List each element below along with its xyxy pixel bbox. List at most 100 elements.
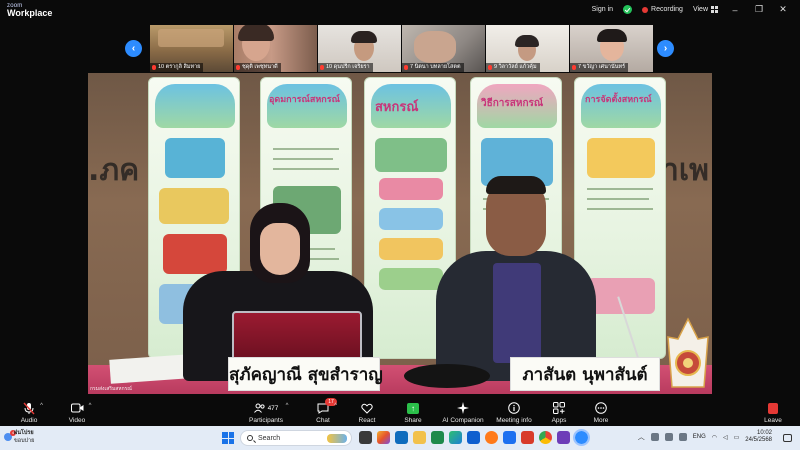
mic-muted-icon bbox=[236, 65, 240, 70]
recording-indicator[interactable]: Recording bbox=[642, 6, 683, 13]
participant-thumbnail-strip: ‹ 10 ตรากูลิ สิมทาย ชุดุติ เพชุทนาดี 10 … bbox=[125, 25, 675, 72]
more-dots-icon bbox=[595, 401, 607, 415]
meeting-info-button[interactable]: Meeting info bbox=[492, 398, 536, 424]
participant-name: 7 นิตนา บทลายโสตต bbox=[402, 63, 464, 72]
leave-button[interactable]: Leave bbox=[762, 398, 784, 424]
participant-name: 10 ดุนปรีก เจริยรา bbox=[318, 63, 373, 72]
edge-icon[interactable] bbox=[449, 431, 462, 444]
ai-sparkle-icon bbox=[457, 401, 469, 415]
laptop bbox=[232, 311, 362, 361]
signin-link[interactable]: Sign in bbox=[592, 6, 613, 13]
mic-muted-icon bbox=[320, 65, 324, 70]
participant-name: 10 ตรากูลิ สิมทาย bbox=[150, 63, 204, 72]
more-button[interactable]: More bbox=[590, 398, 612, 424]
encryption-shield-icon[interactable] bbox=[623, 5, 633, 14]
weather-line1: ฝนโปรย bbox=[14, 430, 34, 436]
app-icon[interactable] bbox=[557, 431, 570, 444]
participants-button[interactable]: 477 ^ Participants bbox=[246, 398, 289, 424]
logo-line2: Workplace bbox=[7, 8, 53, 18]
windows-start-icon[interactable] bbox=[222, 432, 234, 444]
active-speaker-video[interactable]: .ภค าเพ อุดมการณ์สหกรณ์ สหกรณ์ วิธีการสห… bbox=[88, 73, 712, 394]
participant-tile[interactable]: 10 ดุนปรีก เจริยรา bbox=[318, 25, 401, 72]
title-bar-controls: Sign in Recording View – ❐ ✕ bbox=[592, 4, 790, 15]
participant-tile[interactable]: 7 นิตนา บทลายโสตต bbox=[402, 25, 485, 72]
next-page-button[interactable]: › bbox=[657, 40, 674, 57]
firefox-icon[interactable] bbox=[485, 431, 498, 444]
share-button[interactable]: ↑ Share bbox=[402, 398, 424, 424]
dropbox-icon[interactable] bbox=[503, 431, 516, 444]
more-label: More bbox=[593, 417, 609, 424]
participant-tile[interactable]: 7 ขวัญา เศนานันทร์ bbox=[570, 25, 653, 72]
apps-grid-icon bbox=[553, 401, 565, 415]
maximize-button[interactable]: ❐ bbox=[752, 4, 766, 15]
store-icon[interactable] bbox=[431, 431, 444, 444]
react-label: React bbox=[358, 417, 376, 424]
chrome-icon[interactable] bbox=[539, 431, 552, 444]
zoom-app-icon[interactable] bbox=[573, 429, 590, 446]
mic-muted-icon bbox=[404, 65, 408, 70]
react-button[interactable]: React bbox=[356, 398, 378, 424]
banner-title: สหกรณ์ bbox=[375, 100, 419, 115]
clock[interactable]: 10:02 24/5/2568 bbox=[745, 430, 772, 444]
chevron-up-icon[interactable]: ︿ bbox=[638, 432, 645, 442]
ai-companion-label: AI Companion bbox=[442, 417, 484, 424]
volume-icon[interactable]: ◁ bbox=[723, 434, 728, 441]
search-highlight-image bbox=[327, 434, 347, 443]
video-options-caret[interactable]: ^ bbox=[89, 403, 92, 409]
task-view-icon[interactable] bbox=[359, 431, 372, 444]
ai-companion-button[interactable]: AI Companion bbox=[440, 398, 486, 424]
chevron-right-icon: › bbox=[663, 43, 668, 54]
share-label: Share bbox=[404, 417, 422, 424]
tray-app-icon[interactable] bbox=[650, 433, 659, 441]
battery-icon[interactable]: ▭ bbox=[734, 434, 740, 441]
banner-title: การจัดตั้งสหกรณ์ bbox=[585, 95, 652, 105]
teams-icon[interactable] bbox=[395, 431, 408, 444]
participant-tile[interactable]: 9 วิลาวัลย์ แก้วคุ้ม bbox=[486, 25, 569, 72]
wifi-icon[interactable]: ◠ bbox=[712, 434, 717, 441]
copilot-icon[interactable] bbox=[377, 431, 390, 444]
participant-tile[interactable]: ชุดุติ เพชุทนาดี bbox=[234, 25, 317, 72]
apps-button[interactable]: Apps bbox=[548, 398, 570, 424]
chat-label: Chat bbox=[316, 417, 330, 424]
mic-muted-icon bbox=[572, 65, 576, 70]
windows-taskbar: 4 ฝนโปรย ขอบปาย Search ︿ ENG ◠ ◁ ▭ 10:02… bbox=[0, 426, 800, 450]
apps-label: Apps bbox=[551, 417, 567, 424]
conference-speaker bbox=[404, 364, 490, 388]
word-icon[interactable] bbox=[467, 431, 480, 444]
file-explorer-icon[interactable] bbox=[413, 431, 426, 444]
clock-time: 10:02 bbox=[756, 430, 772, 436]
search-icon bbox=[247, 435, 253, 441]
wall-sign-left: .ภค bbox=[88, 153, 140, 188]
leave-door-icon bbox=[768, 401, 778, 415]
chat-button[interactable]: 17 ^ Chat bbox=[312, 398, 337, 424]
chat-options-caret[interactable]: ^ bbox=[334, 403, 337, 409]
participant-name: 7 ขวัญา เศนานันทร์ bbox=[570, 63, 629, 72]
close-button[interactable]: ✕ bbox=[776, 4, 790, 15]
participant-tile[interactable]: 10 ตรากูลิ สิมทาย bbox=[150, 25, 233, 72]
video-button[interactable]: ^ Video bbox=[64, 398, 92, 424]
previous-page-button[interactable]: ‹ bbox=[125, 40, 142, 57]
notification-icon[interactable] bbox=[783, 434, 792, 442]
taskbar-search-box[interactable]: Search bbox=[240, 430, 352, 446]
nameplate-left: สุภัคญาณี สุขสำราญ bbox=[228, 357, 383, 391]
video-label: Video bbox=[68, 417, 86, 424]
participant-name: ชุดุติ เพชุทนาดี bbox=[234, 63, 281, 72]
audio-options-caret[interactable]: ^ bbox=[40, 403, 43, 409]
meeting-info-label: Meeting info bbox=[496, 417, 532, 424]
weather-widget[interactable]: ฝนโปรย ขอบปาย bbox=[14, 429, 34, 445]
view-button[interactable]: View bbox=[693, 6, 718, 13]
department-emblem-icon bbox=[667, 317, 709, 388]
heart-icon bbox=[361, 401, 373, 415]
minimize-button[interactable]: – bbox=[728, 5, 742, 15]
system-tray: ︿ ENG ◠ ◁ ▭ 10:02 24/5/2568 bbox=[638, 430, 772, 444]
audio-button[interactable]: ^ Audio bbox=[16, 398, 43, 424]
powerpoint-icon[interactable] bbox=[521, 431, 534, 444]
tray-app-icon[interactable] bbox=[664, 433, 673, 441]
share-screen-icon: ↑ bbox=[407, 401, 419, 415]
wall-sign-right: าเพ bbox=[662, 153, 709, 188]
language-indicator[interactable]: ENG bbox=[693, 434, 706, 440]
pinned-apps bbox=[359, 429, 590, 446]
weather-line2: ขอบปาย bbox=[14, 438, 35, 444]
participants-options-caret[interactable]: ^ bbox=[286, 403, 289, 409]
tray-app-icon[interactable] bbox=[678, 433, 687, 441]
